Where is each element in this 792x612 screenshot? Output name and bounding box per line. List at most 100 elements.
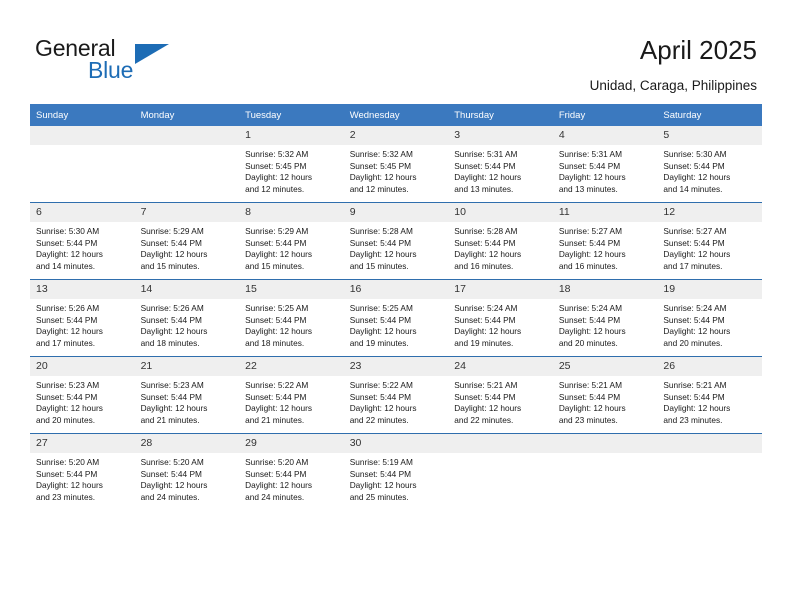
day-details: Sunrise: 5:27 AM Sunset: 5:44 PM Daylight:… xyxy=(657,222,762,272)
day-number: 28 xyxy=(134,434,240,453)
calendar-day-cell[interactable]: 13 Sunrise: 5:26 AM Sunset: 5:44 PM Dayligh… xyxy=(30,279,135,357)
daylight-text-line1: Daylight: 12 hours xyxy=(349,480,417,491)
sunrise-text: Sunrise: 5:22 AM xyxy=(349,380,413,390)
calendar-day-cell-empty xyxy=(657,433,762,510)
sunset-text: Sunset: 5:44 PM xyxy=(140,237,202,248)
calendar-day-cell[interactable]: 28 Sunrise: 5:20 AM Sunset: 5:44 PM Dayligh… xyxy=(134,433,240,510)
day-number: 21 xyxy=(134,357,240,376)
sunset-text: Sunset: 5:44 PM xyxy=(454,314,516,325)
sunrise-text: Sunrise: 5:29 AM xyxy=(245,226,309,236)
calendar-day-cell[interactable]: 2 Sunrise: 5:32 AM Sunset: 5:45 PM Daylight… xyxy=(343,126,449,203)
daylight-text-line1: Daylight: 12 hours xyxy=(140,249,208,260)
calendar-day-cell[interactable]: 4 Sunrise: 5:31 AM Sunset: 5:44 PM Daylight… xyxy=(552,126,658,203)
calendar-day-cell[interactable]: 14 Sunrise: 5:26 AM Sunset: 5:44 PM Dayligh… xyxy=(134,279,240,357)
daylight-text-line2: and 19 minutes. xyxy=(349,337,409,348)
daylight-text-line2: and 24 minutes. xyxy=(140,491,200,502)
day-number: 3 xyxy=(448,126,553,145)
daylight-text-line2: and 20 minutes. xyxy=(36,414,96,425)
daylight-text-line2: and 13 minutes. xyxy=(558,183,618,194)
calendar-day-cell[interactable]: 23 Sunrise: 5:22 AM Sunset: 5:44 PM Dayligh… xyxy=(343,356,449,434)
daylight-text-line2: and 14 minutes. xyxy=(663,183,723,194)
sunset-text: Sunset: 5:44 PM xyxy=(140,391,202,402)
daylight-text-line2: and 20 minutes. xyxy=(663,337,723,348)
daylight-text-line1: Daylight: 12 hours xyxy=(349,403,417,414)
calendar-day-cell[interactable]: 5 Sunrise: 5:30 AM Sunset: 5:44 PM Daylight… xyxy=(657,126,762,203)
sunrise-text: Sunrise: 5:21 AM xyxy=(558,380,622,390)
calendar-day-cell[interactable]: 20 Sunrise: 5:23 AM Sunset: 5:44 PM Dayligh… xyxy=(30,356,135,434)
day-details: Sunrise: 5:29 AM Sunset: 5:44 PM Daylight:… xyxy=(239,222,344,272)
calendar-day-cell[interactable]: 16 Sunrise: 5:25 AM Sunset: 5:44 PM Dayligh… xyxy=(343,279,449,357)
day-details: Sunrise: 5:21 AM Sunset: 5:44 PM Daylight:… xyxy=(657,376,762,426)
calendar-day-cell[interactable]: 27 Sunrise: 5:20 AM Sunset: 5:44 PM Dayligh… xyxy=(30,433,135,510)
sunrise-text: Sunrise: 5:23 AM xyxy=(140,380,204,390)
sunset-text: Sunset: 5:45 PM xyxy=(349,160,412,171)
day-number: 9 xyxy=(343,203,449,222)
calendar-week-row: 27 Sunrise: 5:20 AM Sunset: 5:44 PM Dayligh… xyxy=(30,433,762,510)
day-number: 2 xyxy=(343,126,449,145)
calendar-day-cell[interactable]: 17 Sunrise: 5:24 AM Sunset: 5:44 PM Dayligh… xyxy=(448,279,553,357)
calendar-day-cell[interactable]: 9 Sunrise: 5:28 AM Sunset: 5:44 PM Daylight… xyxy=(343,202,449,280)
calendar-day-cell[interactable]: 11 Sunrise: 5:27 AM Sunset: 5:44 PM Dayligh… xyxy=(552,202,658,280)
calendar-day-cell[interactable]: 21 Sunrise: 5:23 AM Sunset: 5:44 PM Dayligh… xyxy=(134,356,240,434)
sunrise-text: Sunrise: 5:27 AM xyxy=(558,226,622,236)
calendar-day-cell[interactable]: 8 Sunrise: 5:29 AM Sunset: 5:44 PM Daylight… xyxy=(239,202,344,280)
daylight-text-line1: Daylight: 12 hours xyxy=(245,326,312,337)
day-details: Sunrise: 5:20 AM Sunset: 5:44 PM Daylight:… xyxy=(239,453,344,503)
daylight-text-line2: and 16 minutes. xyxy=(454,260,514,271)
sunrise-text: Sunrise: 5:24 AM xyxy=(663,303,727,313)
calendar-day-cell[interactable]: 3 Sunrise: 5:31 AM Sunset: 5:44 PM Daylight… xyxy=(448,126,553,203)
calendar-body: 1 Sunrise: 5:32 AM Sunset: 5:45 PM Daylight… xyxy=(30,126,762,510)
day-number: 10 xyxy=(448,203,553,222)
sunset-text: Sunset: 5:44 PM xyxy=(663,160,725,171)
calendar-day-cell[interactable]: 22 Sunrise: 5:22 AM Sunset: 5:44 PM Dayligh… xyxy=(239,356,344,434)
daylight-text-line2: and 21 minutes. xyxy=(245,414,305,425)
calendar-day-cell[interactable]: 30 Sunrise: 5:19 AM Sunset: 5:44 PM Dayligh… xyxy=(343,433,449,510)
sunrise-text: Sunrise: 5:29 AM xyxy=(140,226,204,236)
sunrise-text: Sunrise: 5:20 AM xyxy=(245,457,309,467)
sunset-text: Sunset: 5:44 PM xyxy=(349,391,412,402)
day-details: Sunrise: 5:22 AM Sunset: 5:44 PM Daylight:… xyxy=(344,376,449,426)
calendar-day-cell[interactable]: 6 Sunrise: 5:30 AM Sunset: 5:44 PM Daylight… xyxy=(30,202,135,280)
day-number: 25 xyxy=(552,357,658,376)
daylight-text-line1: Daylight: 12 hours xyxy=(663,326,731,337)
day-details: Sunrise: 5:27 AM Sunset: 5:44 PM Daylight:… xyxy=(553,222,658,272)
calendar-day-cell[interactable]: 10 Sunrise: 5:28 AM Sunset: 5:44 PM Dayligh… xyxy=(448,202,553,280)
calendar-day-cell[interactable]: 19 Sunrise: 5:24 AM Sunset: 5:44 PM Dayligh… xyxy=(657,279,762,357)
general-blue-logo[interactable]: General Blue xyxy=(35,35,215,89)
daylight-text-line1: Daylight: 12 hours xyxy=(558,172,626,183)
sunrise-text: Sunrise: 5:25 AM xyxy=(349,303,413,313)
weekday-header-saturday: Saturday xyxy=(657,104,762,126)
day-number: 6 xyxy=(30,203,135,222)
calendar-day-cell[interactable]: 1 Sunrise: 5:32 AM Sunset: 5:45 PM Daylight… xyxy=(239,126,344,203)
day-number: 27 xyxy=(30,434,135,453)
calendar-day-cell[interactable]: 18 Sunrise: 5:24 AM Sunset: 5:44 PM Dayligh… xyxy=(552,279,658,357)
day-details: Sunrise: 5:26 AM Sunset: 5:44 PM Daylight:… xyxy=(30,299,135,349)
day-details: Sunrise: 5:28 AM Sunset: 5:44 PM Daylight:… xyxy=(344,222,449,272)
day-details: Sunrise: 5:24 AM Sunset: 5:44 PM Daylight:… xyxy=(448,299,553,349)
calendar-day-cell[interactable]: 24 Sunrise: 5:21 AM Sunset: 5:44 PM Dayligh… xyxy=(448,356,553,434)
sunset-text: Sunset: 5:44 PM xyxy=(663,314,725,325)
daylight-text-line2: and 15 minutes. xyxy=(349,260,409,271)
sunrise-text: Sunrise: 5:32 AM xyxy=(349,149,413,159)
daylight-text-line1: Daylight: 12 hours xyxy=(454,249,522,260)
calendar-day-cell[interactable]: 12 Sunrise: 5:27 AM Sunset: 5:44 PM Dayligh… xyxy=(657,202,762,280)
calendar-day-cell[interactable]: 15 Sunrise: 5:25 AM Sunset: 5:44 PM Dayligh… xyxy=(239,279,344,357)
calendar-day-cell-empty xyxy=(30,126,135,203)
calendar-day-cell[interactable]: 25 Sunrise: 5:21 AM Sunset: 5:44 PM Dayligh… xyxy=(552,356,658,434)
calendar-day-cell[interactable]: 7 Sunrise: 5:29 AM Sunset: 5:44 PM Daylight… xyxy=(134,202,240,280)
day-details: Sunrise: 5:25 AM Sunset: 5:44 PM Daylight:… xyxy=(344,299,449,349)
daylight-text-line2: and 23 minutes. xyxy=(36,491,96,502)
daylight-text-line2: and 14 minutes. xyxy=(36,260,96,271)
page-header: General Blue April 2025 Unidad, Caraga, … xyxy=(0,0,792,103)
calendar-day-cell[interactable]: 29 Sunrise: 5:20 AM Sunset: 5:44 PM Dayligh… xyxy=(239,433,344,510)
daylight-text-line2: and 23 minutes. xyxy=(558,414,618,425)
weekday-header-wednesday: Wednesday xyxy=(343,104,449,126)
sunset-text: Sunset: 5:44 PM xyxy=(663,237,725,248)
day-number: 14 xyxy=(134,280,240,299)
sunset-text: Sunset: 5:44 PM xyxy=(36,314,98,325)
calendar-day-cell[interactable]: 26 Sunrise: 5:21 AM Sunset: 5:44 PM Dayligh… xyxy=(657,356,762,434)
sunset-text: Sunset: 5:44 PM xyxy=(349,314,412,325)
sunrise-text: Sunrise: 5:22 AM xyxy=(245,380,309,390)
daylight-text-line1: Daylight: 12 hours xyxy=(349,172,417,183)
sunset-text: Sunset: 5:44 PM xyxy=(558,160,621,171)
